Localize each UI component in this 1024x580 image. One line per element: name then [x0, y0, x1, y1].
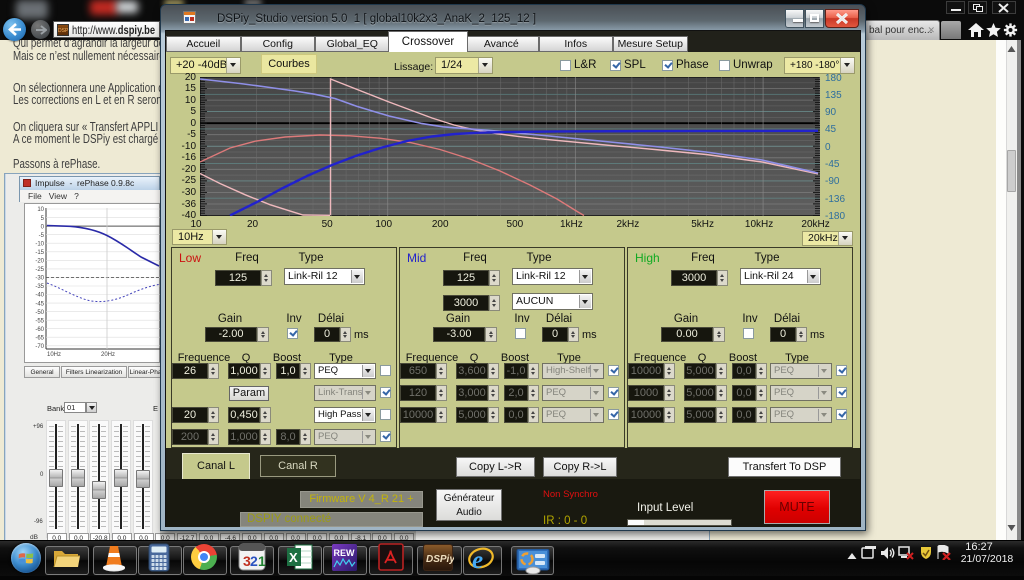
svg-text:0: 0: [41, 224, 45, 230]
svg-text:-70: -70: [35, 344, 44, 350]
svg-text:-55: -55: [35, 318, 44, 324]
svg-text:10: 10: [37, 207, 44, 213]
svg-text:-15: -15: [35, 250, 44, 256]
svg-text:-45: -45: [35, 301, 44, 307]
svg-text:REW: REW: [334, 548, 356, 558]
svg-text:10Hz: 10Hz: [47, 352, 61, 358]
svg-text:5: 5: [41, 216, 45, 222]
svg-text:-40: -40: [35, 293, 44, 299]
svg-text:1: 1: [258, 553, 266, 569]
svg-text:-65: -65: [35, 335, 44, 341]
svg-text:-20: -20: [35, 259, 44, 265]
svg-text:-25: -25: [35, 267, 44, 273]
svg-text:-60: -60: [35, 327, 44, 333]
svg-text:-30: -30: [35, 276, 44, 282]
svg-text:X: X: [289, 550, 298, 565]
svg-text:20Hz: 20Hz: [101, 352, 115, 358]
svg-text:-50: -50: [35, 310, 44, 316]
svg-text:-5: -5: [39, 233, 45, 239]
svg-text:DSPiy: DSPiy: [426, 554, 454, 565]
svg-text:-35: -35: [35, 284, 44, 290]
svg-text:-10: -10: [35, 241, 44, 247]
svg-text:e: e: [472, 547, 483, 574]
svg-text:2: 2: [250, 553, 258, 569]
